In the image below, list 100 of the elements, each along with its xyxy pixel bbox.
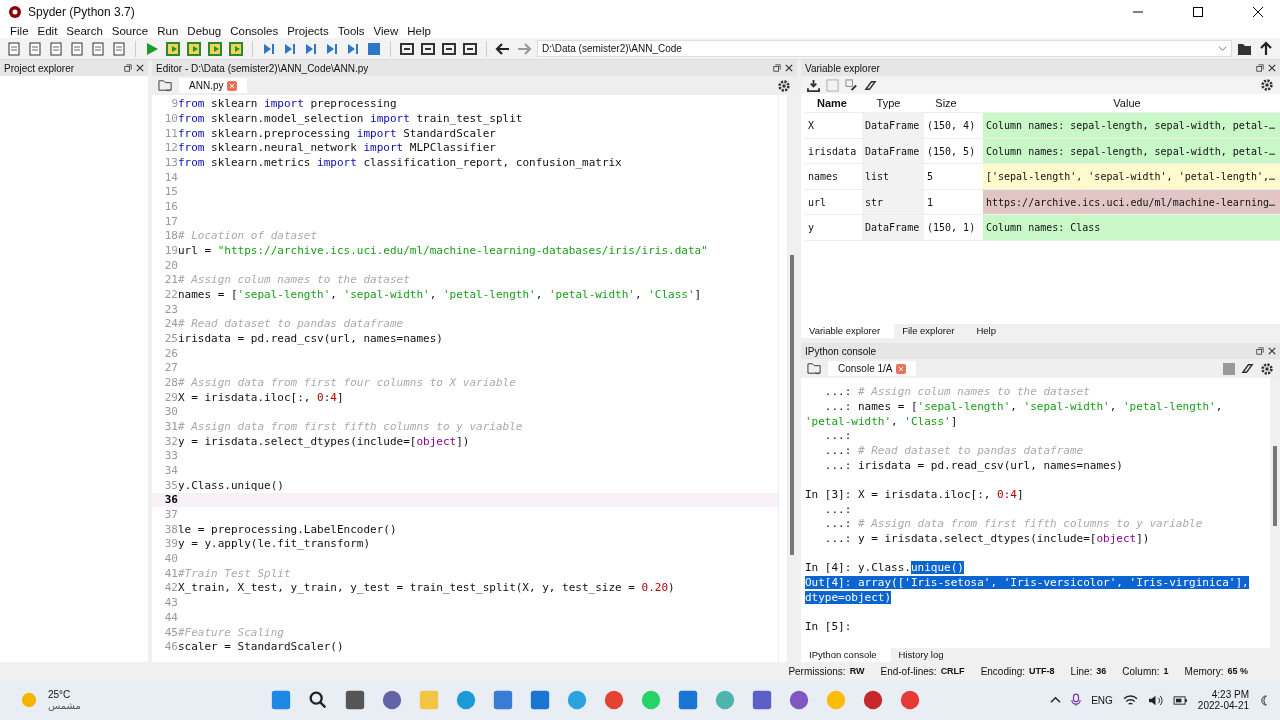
path-field[interactable]: D:\Data (semister2)\ANN_Code — [536, 40, 1233, 58]
close-icon[interactable] — [1268, 347, 1276, 356]
undock-icon[interactable] — [1256, 347, 1264, 356]
browse-tabs-icon[interactable] — [807, 361, 822, 377]
console-line: ...: # Read dataset to pandas dataframe — [823, 443, 1084, 457]
menu-item[interactable]: Help — [403, 24, 436, 37]
new-file-icon[interactable] — [6, 40, 22, 57]
pane-title: Variable explorer — [805, 63, 880, 74]
battery-icon[interactable] — [1172, 694, 1188, 706]
table-cell-text: 1 — [926, 195, 935, 210]
line-number: 22 — [163, 288, 178, 302]
settings-icon[interactable] — [777, 79, 791, 93]
import-icon[interactable] — [807, 79, 820, 92]
console-line: In [5]: — [805, 619, 852, 633]
code-line: irisdata = pd.read_csv(url, names=names) — [178, 332, 443, 346]
window-title: Spyder (Python 3.7) — [28, 4, 135, 19]
undock-icon[interactable] — [773, 64, 781, 73]
chevron-up-icon[interactable] — [1050, 694, 1062, 706]
menu-item[interactable]: Search — [62, 24, 108, 37]
close-icon[interactable] — [1268, 64, 1276, 73]
close-icon[interactable] — [136, 64, 144, 73]
close-icon[interactable] — [1252, 5, 1264, 18]
line-number: 21 — [163, 273, 178, 287]
code-line: from sklearn.neural_network import MLPClassifier — [178, 141, 496, 155]
console-line: ...: names = ['sepal-length', 'sepal-width', 'petal-length', — [823, 399, 1223, 413]
table-cell: https://archive.ics.uci.edu/ml/machine-learning… — [983, 190, 1280, 215]
menu-item[interactable]: File — [6, 24, 34, 37]
console-line: ...: irisdata = pd.read_csv(url, names=names) — [823, 458, 1123, 472]
undock-icon[interactable] — [124, 64, 132, 73]
pane-tab[interactable]: History log — [890, 648, 958, 663]
stop-icon[interactable] — [1223, 362, 1235, 375]
settings-icon[interactable] — [1260, 361, 1274, 376]
column-header[interactable]: Value — [974, 94, 1280, 113]
scrollbar-thumb[interactable] — [1273, 446, 1277, 527]
clock-date[interactable]: 2022-04-21 — [1197, 700, 1249, 712]
code-line: #Feature Scaling — [178, 625, 284, 639]
pane-tab[interactable]: IPython console — [801, 648, 891, 663]
close-icon[interactable] — [785, 64, 793, 73]
scrollbar-thumb[interactable] — [790, 255, 794, 556]
wifi-icon[interactable] — [1122, 693, 1138, 707]
menu-item[interactable]: Debug — [183, 24, 227, 37]
clock-time[interactable]: 4:23 PM — [1211, 689, 1249, 701]
status-label: Encoding: — [980, 665, 1026, 677]
console-line: ...: # Assign colum names to the dataset — [823, 385, 1090, 399]
column-header[interactable]: Size — [918, 94, 974, 113]
status-label: Memory: — [1184, 665, 1224, 677]
microphone-icon[interactable] — [1071, 693, 1082, 708]
status-value: 65 % — [1227, 666, 1248, 677]
line-number: 42 — [163, 581, 178, 595]
dropdown-caret-icon[interactable] — [1218, 44, 1228, 54]
column-header[interactable]: Name — [805, 94, 859, 113]
eraser-icon[interactable] — [1241, 362, 1254, 376]
maximize-icon[interactable] — [1192, 5, 1204, 18]
table-cell-text: url — [807, 195, 828, 210]
code-line: y = y.apply(le.fit_transform) — [178, 537, 371, 551]
eraser-icon[interactable] — [864, 79, 877, 92]
line-number: 12 — [163, 141, 178, 155]
line-number: 37 — [163, 508, 178, 522]
menu-item[interactable]: Edit — [33, 24, 63, 37]
menu-item[interactable]: View — [369, 24, 404, 37]
stop-icon[interactable] — [365, 40, 382, 57]
line-number: 23 — [163, 302, 178, 316]
weather-condition: مشمس — [48, 700, 81, 712]
pane-tab[interactable]: Variable explorer — [801, 324, 895, 339]
undock-icon[interactable] — [1256, 64, 1264, 73]
console-tab[interactable]: Console 1/A — [828, 361, 917, 377]
code-line: names = ['sepal-length', 'sepal-width', 'petal-length', 'petal-width', 'Class'] — [178, 288, 702, 302]
close-tab-icon[interactable] — [896, 363, 907, 374]
browse-tabs-icon[interactable] — [158, 78, 173, 94]
menu-item[interactable]: Tools — [333, 24, 370, 37]
input-language[interactable]: ENG — [1091, 694, 1113, 706]
close-tab-icon[interactable] — [227, 81, 238, 91]
code-line: from sklearn import preprocessing — [178, 97, 397, 111]
code-line: scaler = StandardScaler() — [178, 640, 344, 654]
pane-tab[interactable]: Help — [968, 324, 1010, 339]
pane-tab[interactable]: File explorer — [894, 324, 969, 339]
menu-item[interactable]: Projects — [283, 24, 334, 37]
menu-item[interactable]: Run — [153, 24, 184, 37]
status-label: Line: — [1070, 665, 1093, 677]
run-cell-icon[interactable] — [164, 40, 181, 57]
code-line: # Location of dataset — [178, 229, 318, 243]
status-value: UTF-8 — [1029, 666, 1055, 677]
console-line: In [4]: y.Class.unique() — [805, 561, 964, 575]
line-number: 9 — [170, 97, 178, 111]
console-line: 'petal-width', 'Class'] — [805, 414, 958, 428]
spyder-logo-icon — [8, 4, 22, 19]
speaker-icon[interactable] — [1147, 693, 1163, 707]
windows-start-icon[interactable] — [270, 689, 292, 712]
code-line: X_train, X_test, y_train, y_test = train_test_split(X, y, test_size = 0.20) — [178, 581, 675, 595]
save-as-icon[interactable] — [845, 79, 858, 92]
menu-item[interactable]: Source — [107, 24, 154, 37]
code-line: from sklearn.model_selection import train_test_split — [178, 112, 523, 125]
table-cell: Column names: Class — [983, 215, 1280, 240]
line-number: 19 — [163, 244, 178, 258]
menu-item[interactable]: Consoles — [226, 24, 284, 37]
back-arrow-icon[interactable] — [494, 40, 511, 57]
line-number: 27 — [163, 361, 178, 375]
file-tab[interactable]: ANN.py — [179, 78, 248, 94]
code-line: y.Class.unique() — [178, 478, 284, 492]
settings-icon[interactable] — [1260, 78, 1274, 93]
